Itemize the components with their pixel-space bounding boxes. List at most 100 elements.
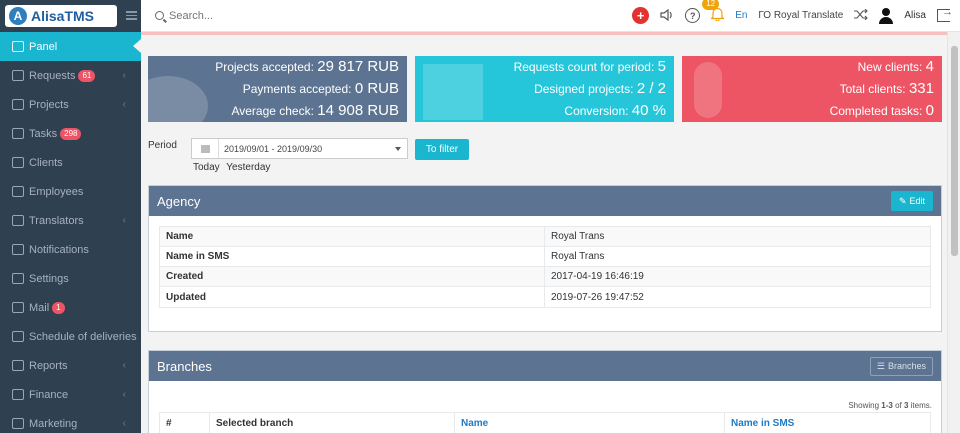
col-name-in-sms[interactable]: Name in SMS xyxy=(725,413,930,433)
chevron-down-icon xyxy=(395,146,401,151)
chevron-left-icon: ‹ xyxy=(122,99,126,110)
stat-value: 0 xyxy=(925,102,934,119)
field-value: Royal Trans xyxy=(551,231,605,242)
organization-name[interactable]: ГО Royal Translate xyxy=(758,10,843,21)
add-button[interactable]: + xyxy=(632,7,650,24)
agency-panel: Agency ✎ Edit Name Royal Trans Name in SMS… xyxy=(148,185,942,332)
nav-icon xyxy=(12,244,24,255)
user-avatar-icon[interactable] xyxy=(879,7,894,24)
field-value: 2019-07-26 19:47:52 xyxy=(551,291,644,303)
showing-total: 3 xyxy=(903,401,909,410)
branches-button[interactable]: ☰ Branches xyxy=(869,356,933,376)
count-badge: 298 xyxy=(60,127,82,140)
menu-toggle-icon[interactable] xyxy=(126,11,137,20)
chevron-left-icon: ‹ xyxy=(122,215,126,226)
showing-of: of xyxy=(895,401,902,410)
stat-label: Payments accepted: xyxy=(242,82,352,96)
sidebar-item-label: Projects xyxy=(29,98,69,111)
field-name: Name xyxy=(160,227,545,246)
shuffle-icon[interactable] xyxy=(854,8,869,22)
sidebar-item-schedule-of-deliveries[interactable]: Schedule of deliveries xyxy=(0,322,141,351)
stat-line: Projects accepted: 29 817 RUB xyxy=(156,56,399,78)
sidebar-item-mail[interactable]: Mail 1 xyxy=(0,293,141,322)
stats-card-requests: Requests count for period: 5 Designed pro… xyxy=(415,56,674,122)
search-input[interactable] xyxy=(169,9,549,22)
edit-label: Edit xyxy=(909,196,925,206)
sidebar-item-requests[interactable]: Requests 61 ‹ xyxy=(0,61,141,90)
count-badge: 61 xyxy=(78,69,96,82)
table-row: Updated 2019-07-26 19:47:52 xyxy=(160,287,930,307)
stat-label: Requests count for period: xyxy=(513,60,655,74)
stat-label: Total clients: xyxy=(839,82,906,96)
scrollbar-thumb[interactable] xyxy=(951,46,958,256)
nav-icon xyxy=(12,418,24,429)
date-range-picker[interactable]: 2019/09/01 - 2019/09/30 xyxy=(191,138,408,159)
language-switch[interactable]: En xyxy=(735,10,747,21)
nav-icon xyxy=(12,41,24,52)
nav-icon xyxy=(12,360,24,371)
logout-icon[interactable] xyxy=(937,6,953,22)
sidebar-item-label: Reports xyxy=(29,359,68,372)
sidebar-item-panel[interactable]: Panel xyxy=(0,32,141,61)
nav-icon xyxy=(12,331,24,342)
today-link[interactable]: Today xyxy=(193,162,220,173)
showing-range: 1-3 xyxy=(881,401,893,410)
sidebar-item-notifications[interactable]: Notifications xyxy=(0,235,141,264)
edit-button[interactable]: ✎ Edit xyxy=(890,191,933,211)
col-name[interactable]: Name xyxy=(455,413,725,433)
chevron-left-icon: ‹ xyxy=(122,70,126,81)
sidebar-item-label: Translators xyxy=(29,214,84,227)
sidebar-item-label: Clients xyxy=(29,156,63,169)
stat-value: 331 xyxy=(908,80,934,97)
notifications[interactable]: 12 xyxy=(702,0,726,24)
sidebar-item-finance[interactable]: Finance ‹ xyxy=(0,380,141,409)
nav-icon xyxy=(12,128,24,139)
stat-label: Average check: xyxy=(231,104,314,118)
page-scrollbar[interactable] xyxy=(947,32,960,433)
list-icon: ☰ xyxy=(876,360,885,371)
yesterday-link[interactable]: Yesterday xyxy=(226,162,270,173)
stat-line: Designed projects: 2 / 2 xyxy=(423,78,666,100)
stat-value: 5 xyxy=(657,58,666,75)
agency-title: Agency xyxy=(157,193,201,209)
search-bar xyxy=(155,9,575,22)
showing-prefix: Showing xyxy=(848,401,880,410)
chevron-left-icon: ‹ xyxy=(122,389,126,400)
stat-line: Completed tasks: 0 xyxy=(690,100,934,122)
sidebar-item-tasks[interactable]: Tasks 298 xyxy=(0,119,141,148)
logo-text: AlisaTMS xyxy=(31,7,95,24)
nav-icon xyxy=(12,273,24,284)
stat-label: New clients: xyxy=(857,60,923,74)
sidebar-item-reports[interactable]: Reports ‹ xyxy=(0,351,141,380)
sidebar-item-clients[interactable]: Clients xyxy=(0,148,141,177)
stat-value: 4 xyxy=(925,58,934,75)
user-name[interactable]: Alisa xyxy=(904,10,926,21)
branches-panel-header: Branches ☰ Branches xyxy=(149,351,941,381)
stat-line: Total clients: 331 xyxy=(690,78,934,100)
volume-icon[interactable] xyxy=(660,8,674,23)
field-name: Created xyxy=(160,267,545,286)
stat-label: Projects accepted: xyxy=(215,60,314,74)
stat-line: Conversion: 40 % xyxy=(423,100,666,122)
help-icon[interactable]: ? xyxy=(685,8,701,23)
sidebar-item-settings[interactable]: Settings xyxy=(0,264,141,293)
top-navbar: A AlisaTMS + ? 12 En ГО Royal Translate … xyxy=(0,0,960,32)
sidebar-item-label: Finance xyxy=(29,388,69,401)
stat-line: New clients: 4 xyxy=(690,56,934,78)
logo[interactable]: A AlisaTMS xyxy=(5,4,117,27)
col-selected-branch[interactable]: Selected branch xyxy=(210,413,455,433)
nav-icon xyxy=(12,157,24,168)
sidebar-item-label: Notifications xyxy=(29,243,89,256)
table-row: Name in SMS Royal Trans xyxy=(160,247,930,267)
sidebar-item-translators[interactable]: Translators ‹ xyxy=(0,206,141,235)
stat-line: Payments accepted: 0 RUB xyxy=(156,78,399,100)
stat-value: 29 817 RUB xyxy=(317,58,399,75)
calendar-icon xyxy=(192,139,219,158)
sidebar-item-label: Schedule of deliveries xyxy=(29,330,137,343)
sidebar-item-employees[interactable]: Employees xyxy=(0,177,141,206)
sidebar-item-marketing[interactable]: Marketing ‹ xyxy=(0,409,141,433)
sidebar-item-projects[interactable]: Projects ‹ xyxy=(0,90,141,119)
nav-icon xyxy=(12,99,24,110)
filter-button[interactable]: To filter xyxy=(415,139,469,160)
col-number[interactable]: # xyxy=(160,413,210,433)
